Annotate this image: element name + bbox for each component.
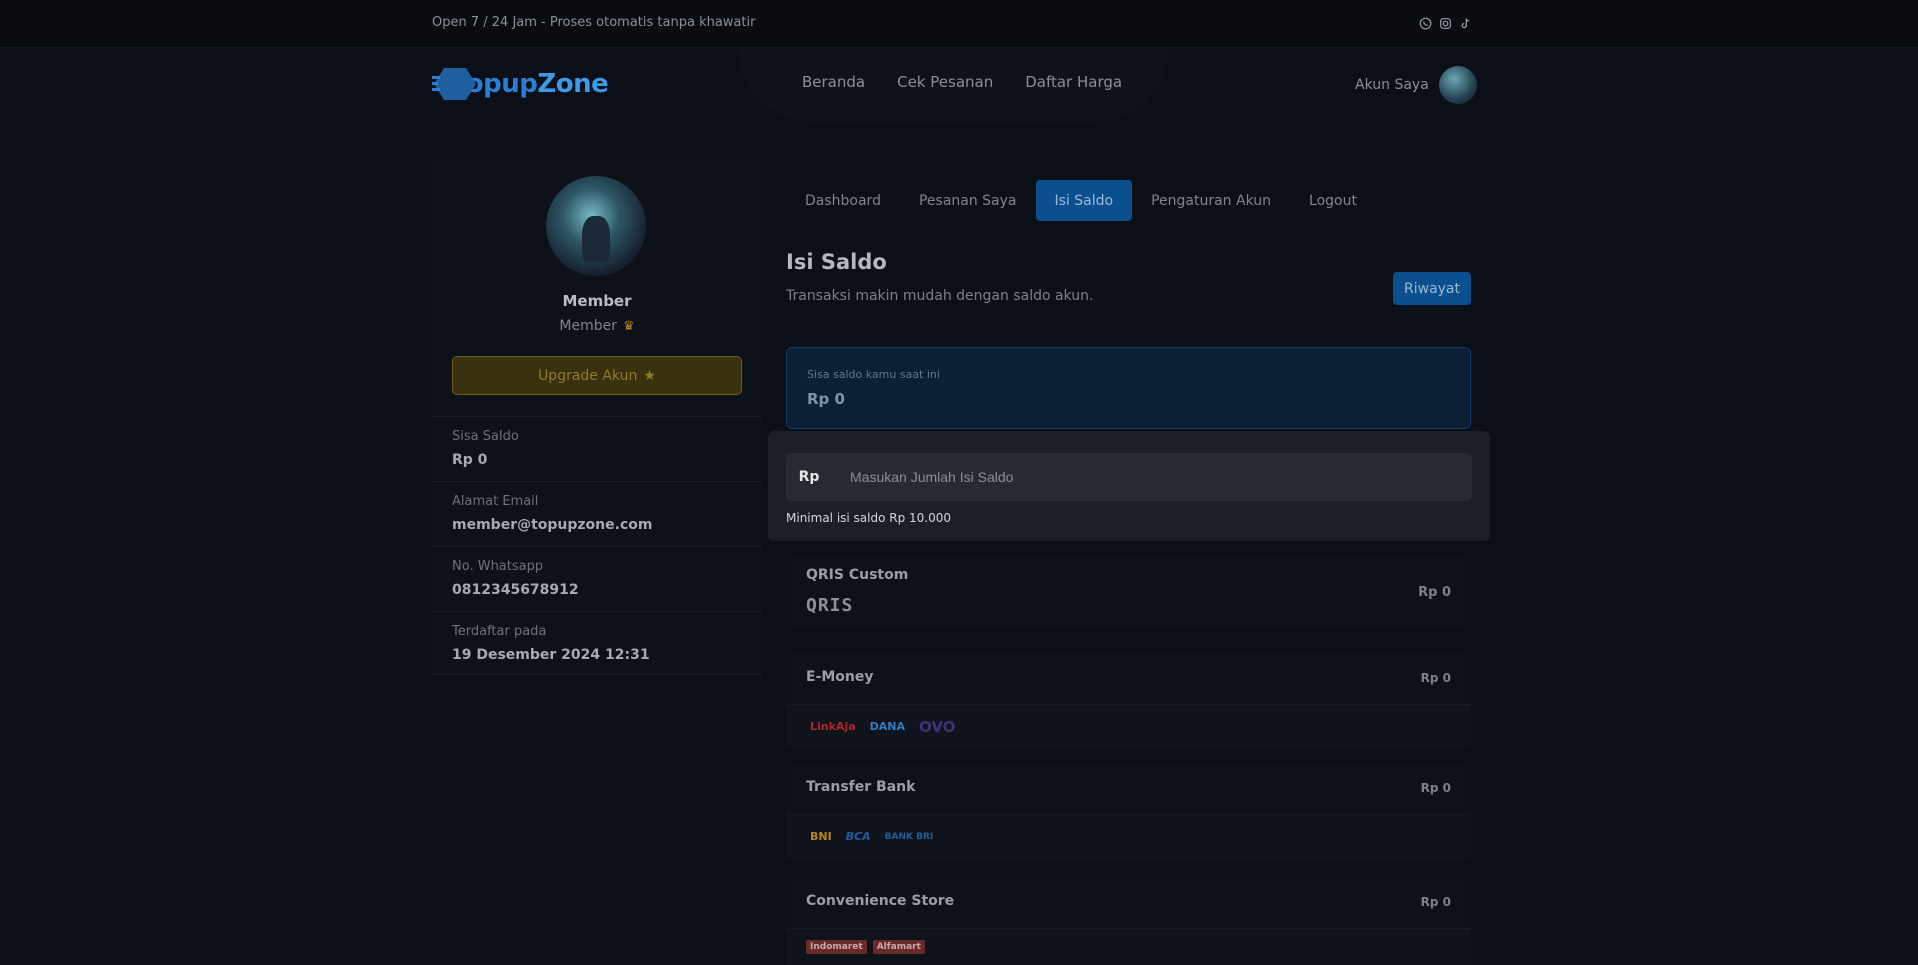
tab-my-orders[interactable]: Pesanan Saya [900, 180, 1036, 221]
top-bar: Open 7 / 24 Jam - Proses otomatis tanpa … [0, 0, 1918, 48]
payment-method-store[interactable]: Convenience Store Rp 0 Indomaret Alfamar… [786, 879, 1471, 965]
payment-logos: Indomaret Alfamart [786, 928, 1471, 965]
profile-avatar [546, 176, 646, 276]
payment-title: Transfer Bank [806, 779, 916, 795]
star-icon: ★ [643, 367, 656, 384]
balance-label: Sisa saldo kamu saat ini [807, 368, 940, 381]
logo-mark-icon [432, 64, 478, 104]
avatar [1438, 66, 1477, 104]
minimum-topup-hint: Minimal isi saldo Rp 10.000 [786, 511, 952, 525]
bni-logo: BNI [810, 830, 832, 843]
payment-logos: LinkAja DANA OVO [786, 704, 1471, 748]
profile-name: Member [562, 292, 632, 310]
account-menu[interactable]: Akun Saya [1355, 66, 1477, 104]
account-tabs: Dashboard Pesanan Saya Isi Saldo Pengatu… [786, 180, 1376, 221]
nav-check-order[interactable]: Cek Pesanan [897, 73, 993, 91]
profile-sidebar: Member Member ♛ Upgrade Akun ★ Sisa Saldo… [432, 160, 762, 680]
bri-logo: BANK BRI [884, 831, 934, 842]
topup-amount-field[interactable]: Rp [786, 453, 1472, 501]
tab-dashboard[interactable]: Dashboard [786, 180, 900, 221]
payment-title: E-Money [806, 669, 874, 685]
promo-text: Open 7 / 24 Jam - Proses otomatis tanpa … [432, 15, 756, 30]
info-email: Alamat Email member@topupzone.com [432, 481, 762, 545]
payment-price: Rp 0 [1420, 781, 1451, 795]
info-value: Rp 0 [452, 452, 488, 468]
current-balance-card: Sisa saldo kamu saat ini Rp 0 [786, 347, 1471, 429]
payment-title: QRIS Custom [806, 567, 909, 583]
crown-icon: ♛ [622, 319, 635, 334]
balance-value: Rp 0 [807, 390, 845, 408]
social-links [1418, 16, 1472, 30]
whatsapp-icon[interactable] [1418, 16, 1432, 30]
info-label: No. Whatsapp [452, 559, 544, 574]
dana-logo: DANA [869, 720, 906, 733]
linkaja-logo: LinkAja [810, 720, 856, 733]
page-subtitle: Transaksi makin mudah dengan saldo akun. [786, 288, 1094, 304]
instagram-icon[interactable] [1438, 16, 1452, 30]
payment-method-qris[interactable]: QRIS Custom Rp 0 QRIS [786, 555, 1471, 629]
brand-name-part2: Zone [537, 69, 609, 99]
nav-price-list[interactable]: Daftar Harga [1025, 73, 1122, 91]
info-label: Terdaftar pada [452, 624, 547, 639]
tiktok-icon[interactable] [1458, 16, 1472, 30]
history-button[interactable]: Riwayat [1393, 272, 1471, 305]
bca-logo: BCA [845, 830, 871, 843]
site-header: TopupZone Beranda Cek Pesanan Daftar Har… [0, 48, 1918, 122]
tab-topup[interactable]: Isi Saldo [1035, 180, 1133, 221]
info-whatsapp: No. Whatsapp 0812345678912 [432, 546, 762, 610]
payment-price: Rp 0 [1418, 585, 1451, 600]
page-title: Isi Saldo [786, 250, 887, 274]
info-value: 0812345678912 [452, 582, 579, 598]
profile-tier: Member ♛ [432, 318, 762, 334]
main-nav: Beranda Cek Pesanan Daftar Harga [802, 73, 1122, 91]
payment-method-bank[interactable]: Transfer Bank Rp 0 BNI BCA BANK BRI [786, 765, 1471, 862]
info-value: member@topupzone.com [452, 517, 653, 533]
info-label: Sisa Saldo [452, 429, 519, 444]
info-balance: Sisa Saldo Rp 0 [432, 416, 762, 480]
ovo-logo: OVO [919, 717, 956, 736]
topup-amount-panel: Rp Minimal isi saldo Rp 10.000 [768, 431, 1490, 541]
tab-account-settings[interactable]: Pengaturan Akun [1132, 180, 1290, 221]
alfamart-logo: Alfamart [872, 940, 925, 954]
info-value: 19 Desember 2024 12:31 [452, 647, 650, 663]
upgrade-label: Upgrade Akun [538, 367, 638, 384]
info-registered: Terdaftar pada 19 Desember 2024 12:31 [432, 611, 762, 675]
currency-prefix: Rp [798, 469, 820, 485]
payment-title: Convenience Store [806, 893, 955, 909]
brand-logo[interactable]: TopupZone [432, 64, 609, 104]
payment-price: Rp 0 [1420, 895, 1451, 909]
payment-logos: BNI BCA BANK BRI [786, 814, 1471, 858]
payment-method-emoney[interactable]: E-Money Rp 0 LinkAja DANA OVO [786, 651, 1471, 748]
payment-price: Rp 0 [1420, 671, 1451, 685]
upgrade-account-button[interactable]: Upgrade Akun ★ [452, 356, 742, 395]
topup-amount-input[interactable] [832, 453, 1472, 501]
nav-home[interactable]: Beranda [802, 73, 865, 91]
profile-tier-label: Member [559, 318, 617, 334]
qris-logo: QRIS [806, 595, 854, 616]
indomaret-logo: Indomaret [806, 940, 867, 954]
info-label: Alamat Email [452, 494, 539, 509]
account-label: Akun Saya [1355, 77, 1429, 93]
tab-logout[interactable]: Logout [1290, 180, 1376, 221]
